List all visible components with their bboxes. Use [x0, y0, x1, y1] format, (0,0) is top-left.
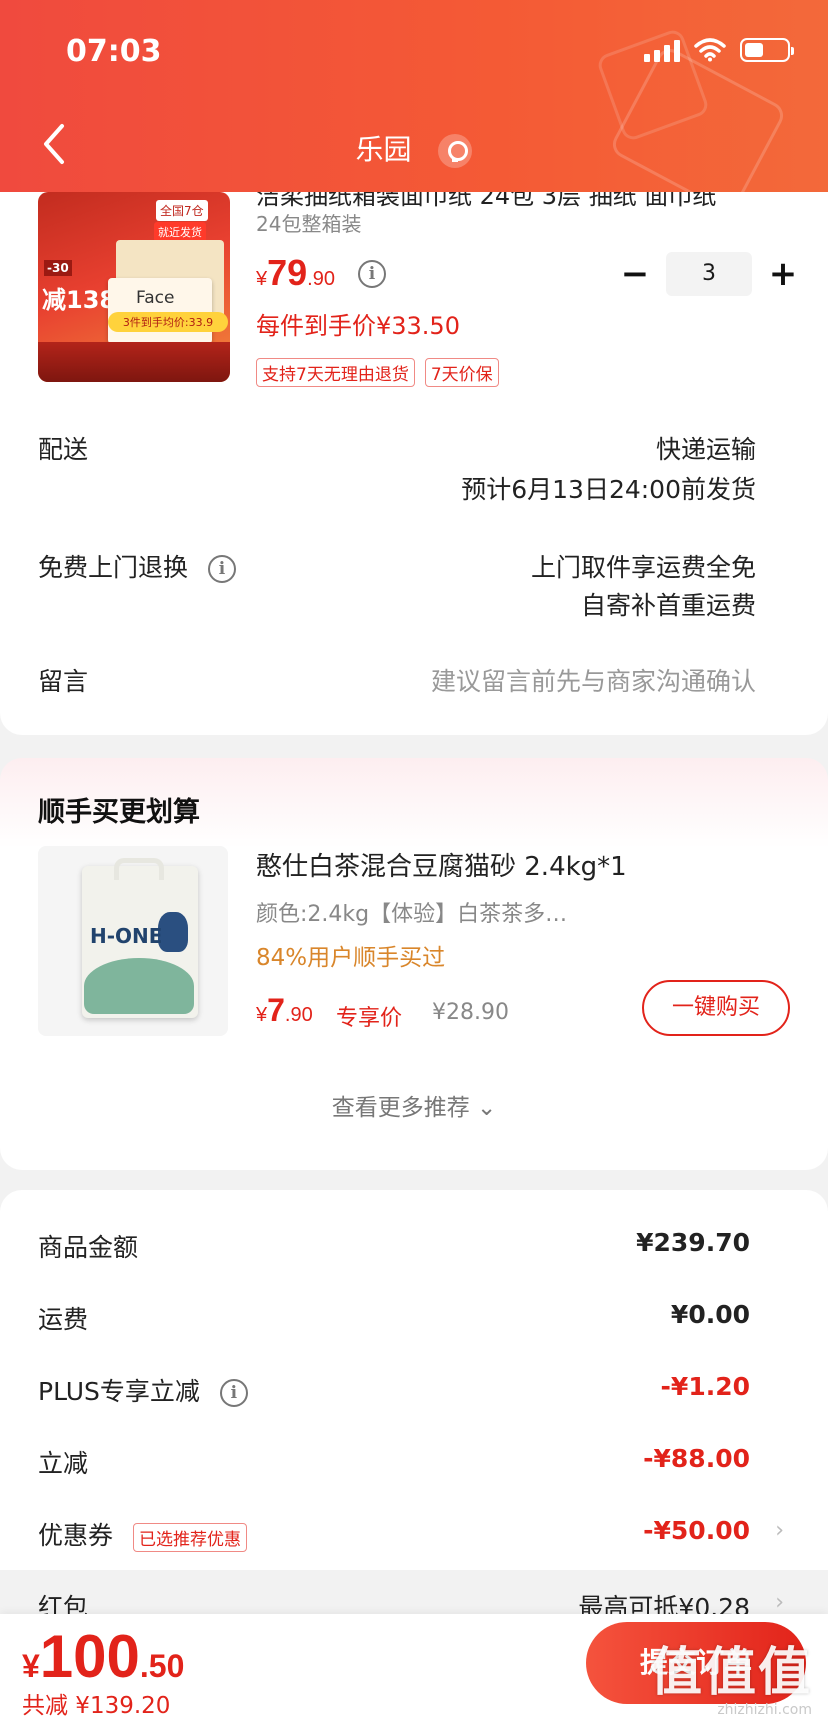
litter-brand: H-ONE: [90, 924, 163, 948]
battery-icon: [740, 38, 794, 62]
shipping-label: 运费: [38, 1305, 89, 1334]
price-info-icon[interactable]: i: [358, 260, 386, 288]
recommend-price: ¥7.90: [256, 992, 313, 1029]
one-click-buy-button[interactable]: 一键购买: [642, 980, 790, 1036]
return-info-icon[interactable]: i: [207, 555, 236, 583]
message-input[interactable]: 建议留言前先与商家沟通确认: [431, 662, 756, 698]
delivery-estimate: 预计6月13日24:00前发货: [461, 475, 756, 504]
product-price: ¥79.90: [256, 252, 335, 294]
badge-price-protect: 7天价保: [424, 358, 499, 387]
return-pickup: 上门取件享运费全免: [530, 553, 756, 582]
total-integer: 100: [39, 1623, 140, 1690]
total-decimal: .50: [139, 1648, 185, 1684]
recommend-section-title: 顺手买更划算: [38, 797, 200, 828]
redpacket-chevron-icon[interactable]: ›: [775, 1590, 784, 1615]
recommend-title[interactable]: 憨仕白茶混合豆腐猫砂 2.4kg*1: [256, 846, 627, 883]
plus-discount-text: PLUS专享立减: [38, 1377, 200, 1406]
image-big-discount: 减138: [42, 286, 117, 314]
price-decimal: .90: [307, 268, 335, 290]
rec-price-integer: 7: [267, 992, 285, 1028]
nav-title: 乐园: [0, 128, 828, 168]
product-image[interactable]: 全国7仓 就近发货 -30 减138 Face 3件到手均价:33.9: [38, 192, 230, 382]
recommend-spec: 颜色:2.4kg【体验】白茶茶多…: [256, 902, 568, 927]
order-product-card: 全国7仓 就近发货 -30 减138 Face 3件到手均价:33.9 洁柔抽纸…: [0, 120, 828, 735]
goods-amount-value: ¥239.70: [636, 1228, 750, 1257]
bag-graphic: [84, 958, 194, 1014]
return-self-send: 自寄补首重运费: [580, 591, 756, 620]
message-label: 留言: [38, 667, 89, 696]
coupon-value[interactable]: -¥50.00: [643, 1516, 750, 1545]
image-deal: 3件到手均价:33.9: [108, 312, 228, 332]
price-integer: 79: [267, 252, 308, 293]
image-tag-warehouse: 全国7仓: [156, 200, 208, 221]
free-return-label: 免费上门退换 i: [38, 548, 236, 584]
increase-button[interactable]: +: [760, 254, 806, 294]
plus-discount-value: -¥1.20: [660, 1372, 750, 1401]
header: 07:03 乐园: [0, 0, 828, 192]
coupon-row[interactable]: 优惠券 已选推荐优惠: [38, 1516, 247, 1552]
signal-icon: [644, 38, 680, 62]
shipping-value: ¥0.00: [670, 1300, 750, 1329]
site-watermark-url: zhizhizhi.com: [717, 1702, 812, 1718]
product-spec: 24包整箱装: [256, 212, 362, 236]
total-price: ¥100.50: [22, 1622, 184, 1691]
location-icon[interactable]: [438, 134, 473, 168]
per-item-final-price: 每件到手价¥33.50: [256, 312, 460, 340]
instant-discount-value: -¥88.00: [643, 1444, 750, 1473]
instant-discount-label: 立减: [38, 1449, 89, 1478]
badge-return: 支持7天无理由退货: [256, 358, 415, 387]
quantity-input[interactable]: 3: [666, 252, 752, 296]
image-minus-tag: -30: [44, 260, 72, 276]
see-more-recommend[interactable]: 查看更多推荐 ⌄: [0, 1088, 828, 1122]
rec-price-decimal: .90: [284, 1004, 313, 1026]
coupon-chevron-icon[interactable]: ›: [775, 1518, 784, 1543]
plus-info-icon[interactable]: i: [219, 1379, 248, 1407]
total-currency: ¥: [22, 1648, 40, 1684]
goods-amount-label: 商品金额: [38, 1233, 139, 1262]
delivery-method[interactable]: 快递运输: [656, 430, 756, 466]
coupon-label: 优惠券: [38, 1521, 114, 1550]
rec-price-currency: ¥: [256, 1004, 268, 1026]
image-tag-nearby: 就近发货: [154, 222, 206, 242]
delivery-label: 配送: [38, 435, 89, 464]
image-brand: Face: [136, 288, 175, 308]
recommend-product-image[interactable]: H-ONE: [38, 846, 228, 1036]
recommend-original-price: ¥28.90: [432, 1000, 509, 1025]
coupon-selected-tag: 已选推荐优惠: [132, 1522, 247, 1552]
status-time: 07:03: [66, 34, 162, 69]
free-return-text: 免费上门退换: [38, 553, 189, 582]
wifi-icon: [694, 38, 726, 62]
decrease-button[interactable]: −: [612, 254, 658, 294]
recommend-exclusive-label: 专享价: [336, 1006, 403, 1031]
nav-title-text: 乐园: [355, 133, 412, 166]
recommend-bought-rate: 84%用户顺手买过: [256, 945, 446, 971]
total-saved: 共减 ¥139.20: [22, 1693, 171, 1719]
price-currency: ¥: [256, 268, 268, 290]
image-stage: [38, 342, 230, 382]
service-badges: 支持7天无理由退货 7天价保: [256, 358, 499, 387]
plus-discount-label: PLUS专享立减 i: [38, 1372, 248, 1408]
status-icons: [644, 38, 794, 62]
site-watermark: 值值值: [649, 1643, 812, 1703]
bag-handle: [114, 858, 164, 880]
quantity-stepper: − 3 +: [612, 252, 806, 296]
cat-graphic: [158, 912, 188, 952]
